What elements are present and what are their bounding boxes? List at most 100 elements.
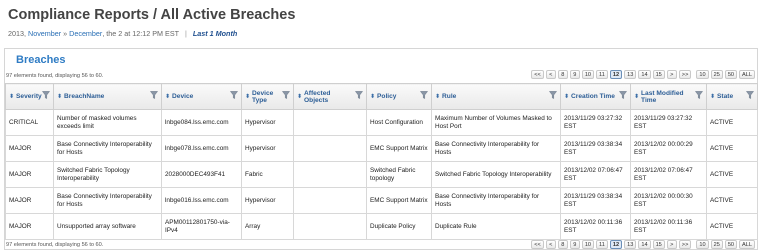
pager-page-button[interactable]: 9: [569, 240, 580, 249]
column-header-content: ⬍ Last Modified Time: [634, 90, 703, 104]
page-size-25[interactable]: 25: [710, 70, 723, 79]
page-size-50[interactable]: 50: [724, 70, 738, 79]
table-cell: Duplicate Policy: [366, 213, 432, 240]
pager-page-button[interactable]: 13: [624, 70, 637, 79]
column-header[interactable]: ⬍ Rule: [431, 83, 561, 110]
column-label: Severity: [16, 93, 42, 100]
pager-last-button[interactable]: >>: [678, 240, 692, 249]
sort-icon[interactable]: ⬍: [564, 93, 569, 100]
table-cell: APM00112801750-via-IPv4: [161, 213, 242, 240]
pager-next-button[interactable]: >: [666, 70, 677, 79]
table-cell: Maximum Number of Volumes Masked to Host…: [431, 109, 561, 136]
column-header[interactable]: ⬍ Last Modified Time: [630, 83, 707, 110]
table-cell: Hypervisor: [241, 187, 294, 214]
pager-page-button[interactable]: 11: [596, 70, 608, 79]
sort-icon[interactable]: ⬍: [165, 93, 170, 100]
page-size-25[interactable]: 25: [710, 240, 723, 249]
table-cell: 2013/12/02 00:00:30 EST: [630, 187, 707, 214]
date-from-link[interactable]: November: [28, 29, 61, 38]
table-cell: lnbge084.lss.emc.com: [161, 109, 242, 136]
table-cell: 2013/11/29 03:27:32 EST: [560, 109, 631, 136]
pager-last-button[interactable]: >>: [678, 70, 692, 79]
table-row[interactable]: MAJOR Base Connectivity Interoperability …: [5, 135, 758, 162]
pager-page-button[interactable]: 9: [569, 70, 580, 79]
pager-page-button[interactable]: 11: [596, 240, 608, 249]
column-header[interactable]: ⬍ Device Type: [241, 83, 294, 110]
pager-current-page[interactable]: 12: [609, 240, 623, 249]
sort-icon[interactable]: ⬍: [9, 93, 14, 100]
pager-page-button[interactable]: 15: [652, 240, 665, 249]
column-label: State: [717, 93, 734, 100]
page-size-10[interactable]: 10: [696, 70, 709, 79]
table-cell: 2013/12/02 07:06:47 EST: [560, 161, 631, 188]
sort-icon[interactable]: ⬍: [634, 93, 639, 100]
table-row[interactable]: MAJOR Switched Fabric Topology Interopera…: [5, 161, 758, 188]
column-header[interactable]: ⬍ Device: [161, 83, 242, 110]
column-header[interactable]: ⬍ BreachName: [53, 83, 162, 110]
sort-icon[interactable]: ⬍: [245, 93, 250, 100]
sort-icon[interactable]: ⬍: [297, 93, 302, 100]
sort-icon[interactable]: ⬍: [57, 93, 62, 100]
pager-page-button[interactable]: 10: [581, 70, 595, 79]
page-size-all[interactable]: ALL: [739, 240, 755, 249]
filter-icon[interactable]: [619, 91, 627, 99]
sort-icon[interactable]: ⬍: [370, 93, 375, 100]
sort-icon[interactable]: ⬍: [435, 93, 440, 100]
date-prefix: 2013,: [8, 29, 26, 38]
table-cell: [293, 213, 367, 240]
pager-page-button[interactable]: 10: [581, 240, 595, 249]
table-cell: 2013/12/02 00:11:36 EST: [630, 213, 707, 240]
pager-prev-button[interactable]: <: [545, 70, 556, 79]
filter-icon[interactable]: [150, 91, 158, 99]
column-label: Affected Objects: [304, 89, 331, 104]
column-label: Rule: [442, 93, 457, 100]
table-cell: Base Connectivity Interoperability for H…: [53, 135, 162, 162]
column-header-content: ⬍ Rule: [435, 93, 557, 100]
sort-icon[interactable]: ⬍: [710, 93, 715, 100]
pager-first-button[interactable]: <<: [531, 240, 544, 249]
pager-next-button[interactable]: >: [666, 240, 677, 249]
column-header[interactable]: ⬍ Severity: [5, 83, 54, 110]
pager-page-button[interactable]: 14: [638, 240, 651, 249]
filter-icon[interactable]: [282, 91, 290, 99]
table-row[interactable]: CRITICAL Number of masked volumes exceeds…: [5, 109, 758, 136]
pager-current-page[interactable]: 12: [609, 70, 623, 79]
column-label: Policy: [377, 93, 397, 100]
filter-icon[interactable]: [42, 91, 50, 99]
table-cell: Base Connectivity Interoperability for H…: [431, 187, 561, 214]
table-cell: Number of masked volumes exceeds limit: [53, 109, 162, 136]
filter-icon[interactable]: [355, 91, 363, 99]
date-to-link[interactable]: December: [69, 29, 102, 38]
table-cell: [293, 187, 367, 214]
table-cell: 2013/12/02 07:06:47 EST: [630, 161, 707, 188]
column-header[interactable]: ⬍ Policy: [366, 83, 432, 110]
column-header[interactable]: ⬍ Affected Objects: [293, 83, 367, 110]
period-link[interactable]: Last 1 Month: [193, 29, 237, 38]
page-size-50[interactable]: 50: [724, 240, 738, 249]
pager-first-button[interactable]: <<: [531, 70, 544, 79]
table-cell: ACTIVE: [706, 135, 758, 162]
pager-page-button[interactable]: 13: [624, 240, 637, 249]
page-size-all[interactable]: ALL: [739, 70, 755, 79]
column-header[interactable]: ⬍ State: [706, 83, 758, 110]
pager-page-button[interactable]: 8: [557, 240, 568, 249]
filter-icon[interactable]: [549, 91, 557, 99]
filter-icon[interactable]: [746, 91, 754, 99]
table-cell: 2013/12/02 00:11:36 EST: [560, 213, 631, 240]
table-row[interactable]: MAJOR Base Connectivity Interoperability …: [5, 187, 758, 214]
table-cell: ACTIVE: [706, 161, 758, 188]
column-header[interactable]: ⬍ Creation Time: [560, 83, 631, 110]
page-size-10[interactable]: 10: [696, 240, 709, 249]
pager-page-button[interactable]: 15: [652, 70, 665, 79]
filter-icon[interactable]: [230, 91, 238, 99]
pager-page-button[interactable]: 14: [638, 70, 651, 79]
pager-prev-button[interactable]: <: [545, 240, 556, 249]
separator: |: [185, 29, 187, 38]
column-label: Device: [172, 93, 194, 100]
filter-icon[interactable]: [420, 91, 428, 99]
table-row[interactable]: MAJOR Unsupported array software APM001128…: [5, 213, 758, 240]
column-label: Creation Time: [571, 93, 615, 100]
filter-icon[interactable]: [695, 91, 703, 99]
breaches-table: ⬍ Severity ⬍ BreachName ⬍ Device ⬍ Device Type ⬍…: [5, 83, 758, 240]
pager-page-button[interactable]: 8: [557, 70, 568, 79]
